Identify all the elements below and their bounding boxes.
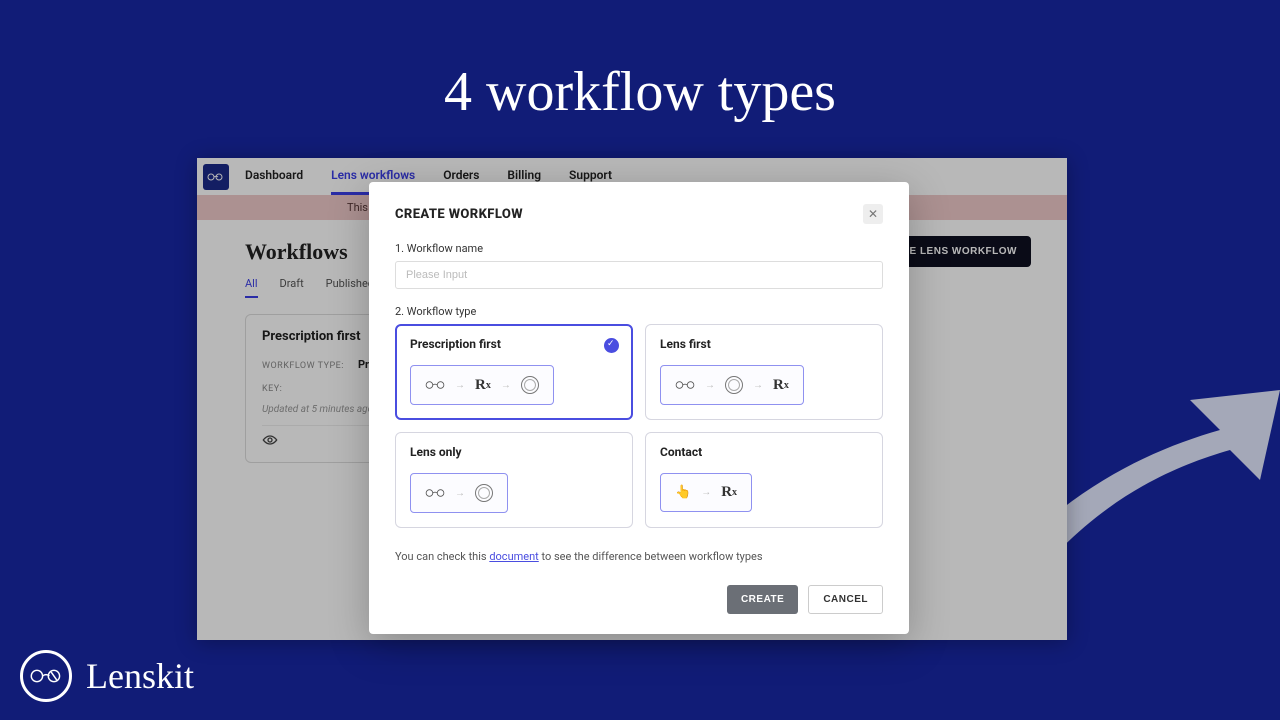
close-icon[interactable]: ✕ xyxy=(863,204,883,224)
rx-icon: Rx xyxy=(721,484,737,501)
tab-draft[interactable]: Draft xyxy=(280,277,304,298)
document-link[interactable]: document xyxy=(489,550,538,563)
modal-title: CREATE WORKFLOW xyxy=(395,207,523,222)
arrow-icon: → xyxy=(455,380,465,391)
arrow-icon: → xyxy=(705,380,715,391)
flow-diagram: 👆 → Rx xyxy=(660,473,752,512)
workflow-name-input[interactable] xyxy=(395,261,883,289)
create-button[interactable]: CREATE xyxy=(727,585,798,614)
lenskit-logo-icon xyxy=(20,650,72,702)
create-workflow-modal: CREATE WORKFLOW ✕ 1. Workflow name 2. Wo… xyxy=(369,182,909,634)
check-icon xyxy=(604,338,619,353)
nav-dashboard[interactable]: Dashboard xyxy=(245,168,303,195)
eye-icon[interactable] xyxy=(262,434,278,452)
arrow-icon: → xyxy=(501,380,511,391)
lens-icon xyxy=(475,484,493,502)
flow-diagram: → → Rx xyxy=(660,365,804,405)
type-prescription-first[interactable]: Prescription first → Rx → xyxy=(395,324,633,420)
type-title: Contact xyxy=(660,445,868,459)
lens-icon xyxy=(521,376,539,394)
page-title: Workflows xyxy=(245,239,348,265)
card-key-label: KEY: xyxy=(262,384,282,394)
tab-published[interactable]: Published xyxy=(326,277,374,298)
card-type-label: WORKFLOW TYPE: xyxy=(262,361,344,371)
step2-label: 2. Workflow type xyxy=(395,305,883,318)
helper-text: You can check this document to see the d… xyxy=(395,550,883,563)
lens-icon xyxy=(725,376,743,394)
brand-name: Lenskit xyxy=(86,655,194,697)
brand-footer: Lenskit xyxy=(20,650,194,702)
arrow-icon: → xyxy=(753,380,763,391)
type-title: Lens only xyxy=(410,445,618,459)
glasses-icon xyxy=(425,380,445,390)
type-title: Prescription first xyxy=(410,337,618,351)
hero-title: 4 workflow types xyxy=(0,0,1280,124)
tab-all[interactable]: All xyxy=(245,277,258,298)
type-lens-only[interactable]: Lens only → xyxy=(395,432,633,528)
type-title: Lens first xyxy=(660,337,868,351)
glasses-icon xyxy=(675,380,695,390)
cancel-button[interactable]: CANCEL xyxy=(808,585,883,614)
rx-icon: Rx xyxy=(773,377,789,394)
flow-diagram: → Rx → xyxy=(410,365,554,405)
arrow-icon: → xyxy=(455,488,465,499)
flow-diagram: → xyxy=(410,473,508,513)
type-lens-first[interactable]: Lens first → → Rx xyxy=(645,324,883,420)
type-contact[interactable]: Contact 👆 → Rx xyxy=(645,432,883,528)
rx-icon: Rx xyxy=(475,377,491,394)
step1-label: 1. Workflow name xyxy=(395,242,883,255)
app-logo-icon xyxy=(203,164,229,190)
glasses-icon xyxy=(425,488,445,498)
contact-icon: 👆 xyxy=(675,485,691,500)
arrow-icon: → xyxy=(701,487,711,498)
